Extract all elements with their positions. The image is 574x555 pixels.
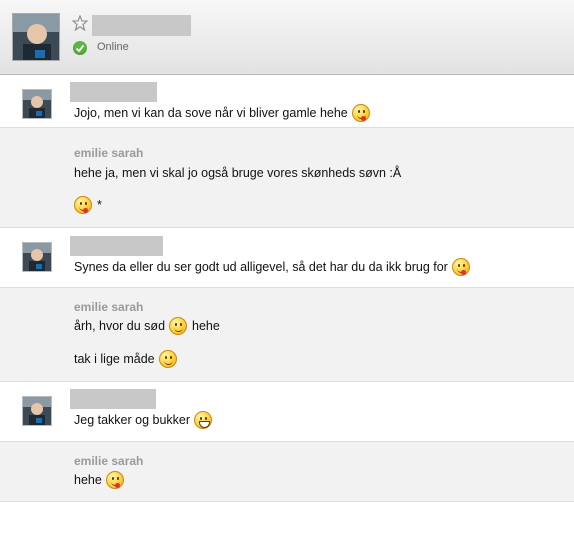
sender-name-redacted — [70, 389, 156, 409]
message-text: hehe ja, men vi skal jo også bruge vores… — [74, 166, 402, 180]
avatar — [22, 89, 52, 119]
sender-name: emilie sarah — [74, 454, 144, 468]
grin-smiley-icon — [194, 411, 213, 429]
sender-name-redacted — [70, 236, 163, 256]
message-group: emilie sarah hehe — [0, 442, 574, 502]
tongue-smiley-icon — [351, 104, 370, 122]
message-group: Jeg takker og bukker — [0, 382, 574, 442]
tongue-smiley-icon — [451, 258, 470, 276]
message-group: Jojo, men vi kan da sove når vi bliver g… — [0, 75, 574, 128]
message-group: Synes da eller du ser godt ud alligevel,… — [0, 228, 574, 288]
status-label: Online — [97, 41, 129, 53]
message-text: Jojo, men vi kan da sove når vi bliver g… — [74, 104, 370, 122]
message-text: Synes da eller du ser godt ud alligevel,… — [74, 258, 470, 276]
sender-name: emilie sarah — [74, 300, 144, 314]
message-text: tak i lige måde — [74, 350, 177, 368]
favorite-star-icon[interactable] — [71, 14, 89, 32]
tongue-smiley-icon — [74, 196, 92, 214]
avatar — [22, 396, 52, 426]
message-text: Jeg takker og bukker — [74, 411, 213, 429]
sender-name: emilie sarah — [74, 146, 144, 160]
message-group: emilie sarah årh, hvor du sød hehe tak i… — [0, 288, 574, 382]
smiley-icon — [158, 350, 177, 368]
message-group: emilie sarah hehe ja, men vi skal jo ogs… — [0, 128, 574, 228]
sender-name-redacted — [70, 82, 157, 102]
contact-name-redacted — [92, 15, 191, 36]
smiley-icon — [169, 317, 188, 335]
avatar — [22, 242, 52, 272]
message-text: årh, hvor du sød hehe — [74, 317, 220, 335]
contact-avatar[interactable] — [12, 13, 60, 61]
message-text: hehe — [74, 471, 124, 489]
chat-header: Online — [0, 0, 574, 75]
message-text: * — [74, 196, 102, 214]
online-status-icon — [73, 41, 87, 55]
tongue-smiley-icon — [105, 471, 124, 489]
